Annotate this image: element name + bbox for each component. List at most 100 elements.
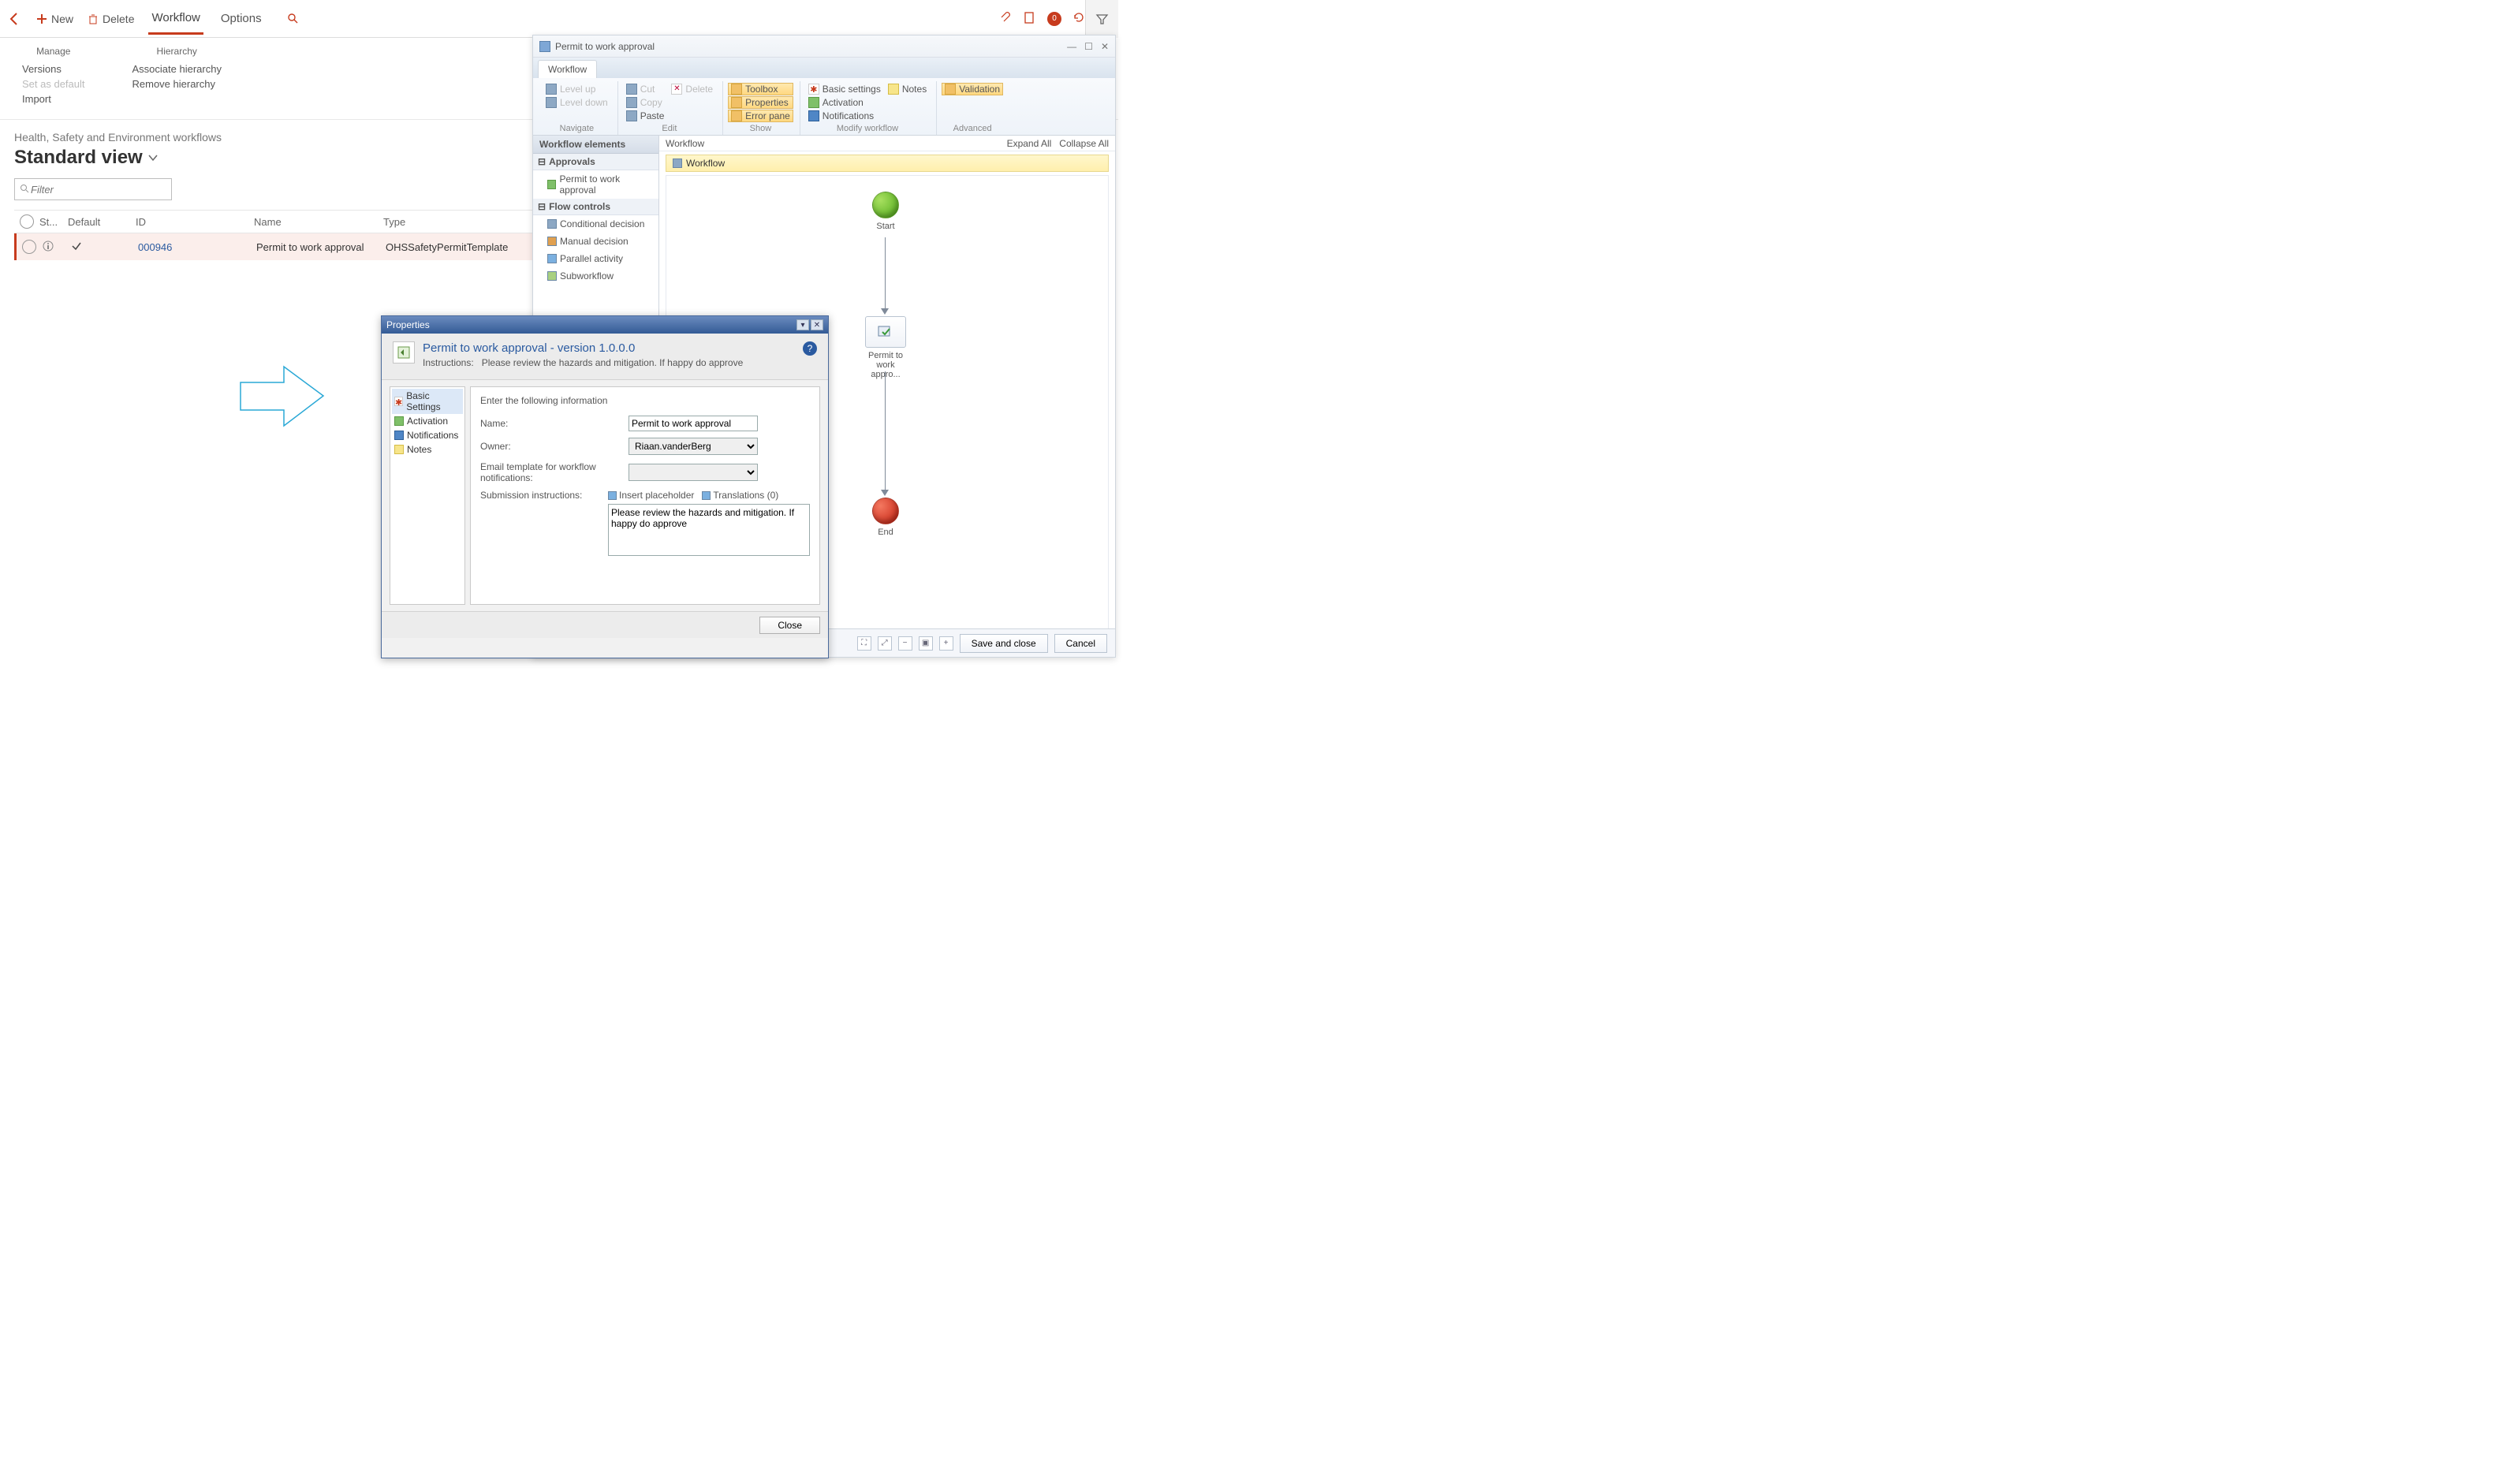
flow-controls-category[interactable]: ⊟Flow controls (533, 199, 658, 215)
toolbar-search-button[interactable] (287, 13, 300, 25)
advanced-group-label: Advanced (942, 124, 1003, 133)
properties-titlebar[interactable]: Properties ▾ ✕ (382, 316, 828, 334)
editor-workflow-tab[interactable]: Workflow (538, 60, 597, 78)
remove-hierarchy-item[interactable]: Remove hierarchy (132, 76, 222, 91)
window-maximize-button[interactable]: ☐ (1084, 41, 1093, 52)
validation-icon (945, 84, 956, 95)
check-icon (70, 240, 83, 252)
col-status[interactable]: St... (39, 216, 65, 228)
submission-textarea[interactable] (608, 504, 810, 556)
toolbox-button[interactable]: Toolbox (728, 83, 793, 95)
basic-settings-button[interactable]: Basic settings (805, 83, 884, 95)
new-label: New (51, 13, 73, 25)
import-item[interactable]: Import (22, 91, 85, 106)
activation-icon (808, 97, 819, 108)
zoom-in-icon[interactable]: + (939, 636, 953, 651)
zoom-100-icon[interactable]: ▣ (919, 636, 933, 651)
element-conditional[interactable]: Conditional decision (533, 215, 658, 233)
info-icon (42, 240, 54, 252)
error-pane-button[interactable]: Error pane (728, 110, 793, 122)
funnel-icon (1095, 13, 1109, 26)
attach-icon[interactable] (998, 11, 1012, 27)
properties-nav: Basic Settings Activation Notifications … (390, 386, 465, 605)
notifications-button[interactable]: Notifications (805, 110, 884, 122)
activation-button[interactable]: Activation (805, 96, 884, 109)
window-close-button[interactable]: ✕ (1101, 41, 1109, 52)
elements-header: Workflow elements (533, 136, 658, 154)
approvals-category[interactable]: ⊟Approvals (533, 154, 658, 170)
paste-button[interactable]: Paste (623, 110, 668, 122)
properties-close-button[interactable]: Close (759, 617, 820, 634)
chevron-down-icon[interactable] (147, 152, 159, 163)
row-id[interactable]: 000946 (138, 241, 256, 253)
notes-button[interactable]: Notes (885, 83, 930, 95)
properties-icon (731, 97, 742, 108)
row-select-radio[interactable] (22, 240, 36, 254)
editor-titlebar[interactable]: Permit to work approval — ☐ ✕ (533, 35, 1115, 58)
expand-all-link[interactable]: Expand All (1007, 138, 1052, 149)
workflow-tab[interactable]: Workflow (148, 3, 203, 35)
insert-placeholder-link[interactable]: Insert placeholder (608, 490, 694, 501)
editor-cancel-button[interactable]: Cancel (1054, 634, 1107, 653)
help-button[interactable]: ? (803, 341, 817, 356)
filter-input[interactable] (31, 184, 157, 196)
cut-button: Cut (623, 83, 668, 95)
start-node[interactable]: Start (862, 192, 909, 231)
versions-item[interactable]: Versions (22, 62, 85, 76)
col-name[interactable]: Name (254, 216, 383, 228)
properties-button[interactable]: Properties (728, 96, 793, 109)
name-label: Name: (480, 418, 629, 429)
end-node[interactable]: End (862, 498, 909, 537)
translations-link[interactable]: Translations (0) (702, 490, 778, 501)
task-node[interactable]: Permit to work appro... (862, 316, 909, 379)
associate-hierarchy-item[interactable]: Associate hierarchy (132, 62, 222, 76)
delete-button[interactable]: Delete (88, 13, 134, 25)
notification-badge[interactable]: 0 (1047, 12, 1061, 26)
error-pane-icon (731, 110, 742, 121)
fit-icon[interactable]: ⛶ (857, 636, 871, 651)
page-title: Standard view (14, 147, 143, 169)
owner-select[interactable]: Riaan.vanderBerg (629, 438, 758, 455)
trash-icon (88, 13, 99, 24)
element-parallel[interactable]: Parallel activity (533, 250, 658, 267)
zoom-out-icon[interactable]: − (898, 636, 912, 651)
end-circle-icon (872, 498, 899, 524)
nav-notifications[interactable]: Notifications (392, 428, 463, 442)
validation-button[interactable]: Validation (942, 83, 1003, 95)
nav-activation[interactable]: Activation (392, 414, 463, 428)
filter-box[interactable] (14, 178, 172, 200)
options-tab[interactable]: Options (218, 4, 265, 33)
office-icon[interactable] (1023, 11, 1036, 27)
ribbon-group-hierarchy: Hierarchy Associate hierarchy Remove hie… (132, 46, 222, 106)
email-template-label: Email template for workflow notification… (480, 461, 629, 483)
star-icon (394, 397, 403, 406)
zoom-fit-icon[interactable]: ⤢ (878, 636, 892, 651)
element-permit-approval[interactable]: Permit to work approval (533, 170, 658, 199)
instructions-text: Please review the hazards and mitigation… (482, 357, 744, 368)
nav-basic-settings[interactable]: Basic Settings (392, 389, 463, 414)
refresh-icon[interactable] (1072, 11, 1086, 27)
save-close-button[interactable]: Save and close (960, 634, 1048, 653)
canvas-breadcrumb[interactable]: Workflow (666, 155, 1109, 172)
side-filter-button[interactable] (1085, 0, 1118, 38)
element-manual[interactable]: Manual decision (533, 233, 658, 250)
dialog-dropdown-button[interactable]: ▾ (796, 319, 809, 330)
element-subworkflow[interactable]: Subworkflow (533, 267, 658, 285)
email-template-select[interactable] (629, 464, 758, 481)
dialog-close-button[interactable]: ✕ (811, 319, 823, 330)
arrow-head-icon (881, 308, 889, 315)
delete-icon (671, 84, 682, 95)
search-icon (20, 184, 31, 195)
window-minimize-button[interactable]: — (1067, 41, 1076, 52)
properties-header-icon (393, 341, 415, 364)
select-all-radio[interactable] (20, 214, 34, 229)
window-icon (539, 41, 550, 52)
col-id[interactable]: ID (136, 216, 254, 228)
nav-notes[interactable]: Notes (392, 442, 463, 457)
name-input[interactable] (629, 416, 758, 431)
col-default[interactable]: Default (65, 216, 136, 228)
new-button[interactable]: New (36, 13, 73, 25)
back-button[interactable] (8, 12, 22, 26)
col-type[interactable]: Type (383, 216, 541, 228)
collapse-all-link[interactable]: Collapse All (1059, 138, 1109, 149)
